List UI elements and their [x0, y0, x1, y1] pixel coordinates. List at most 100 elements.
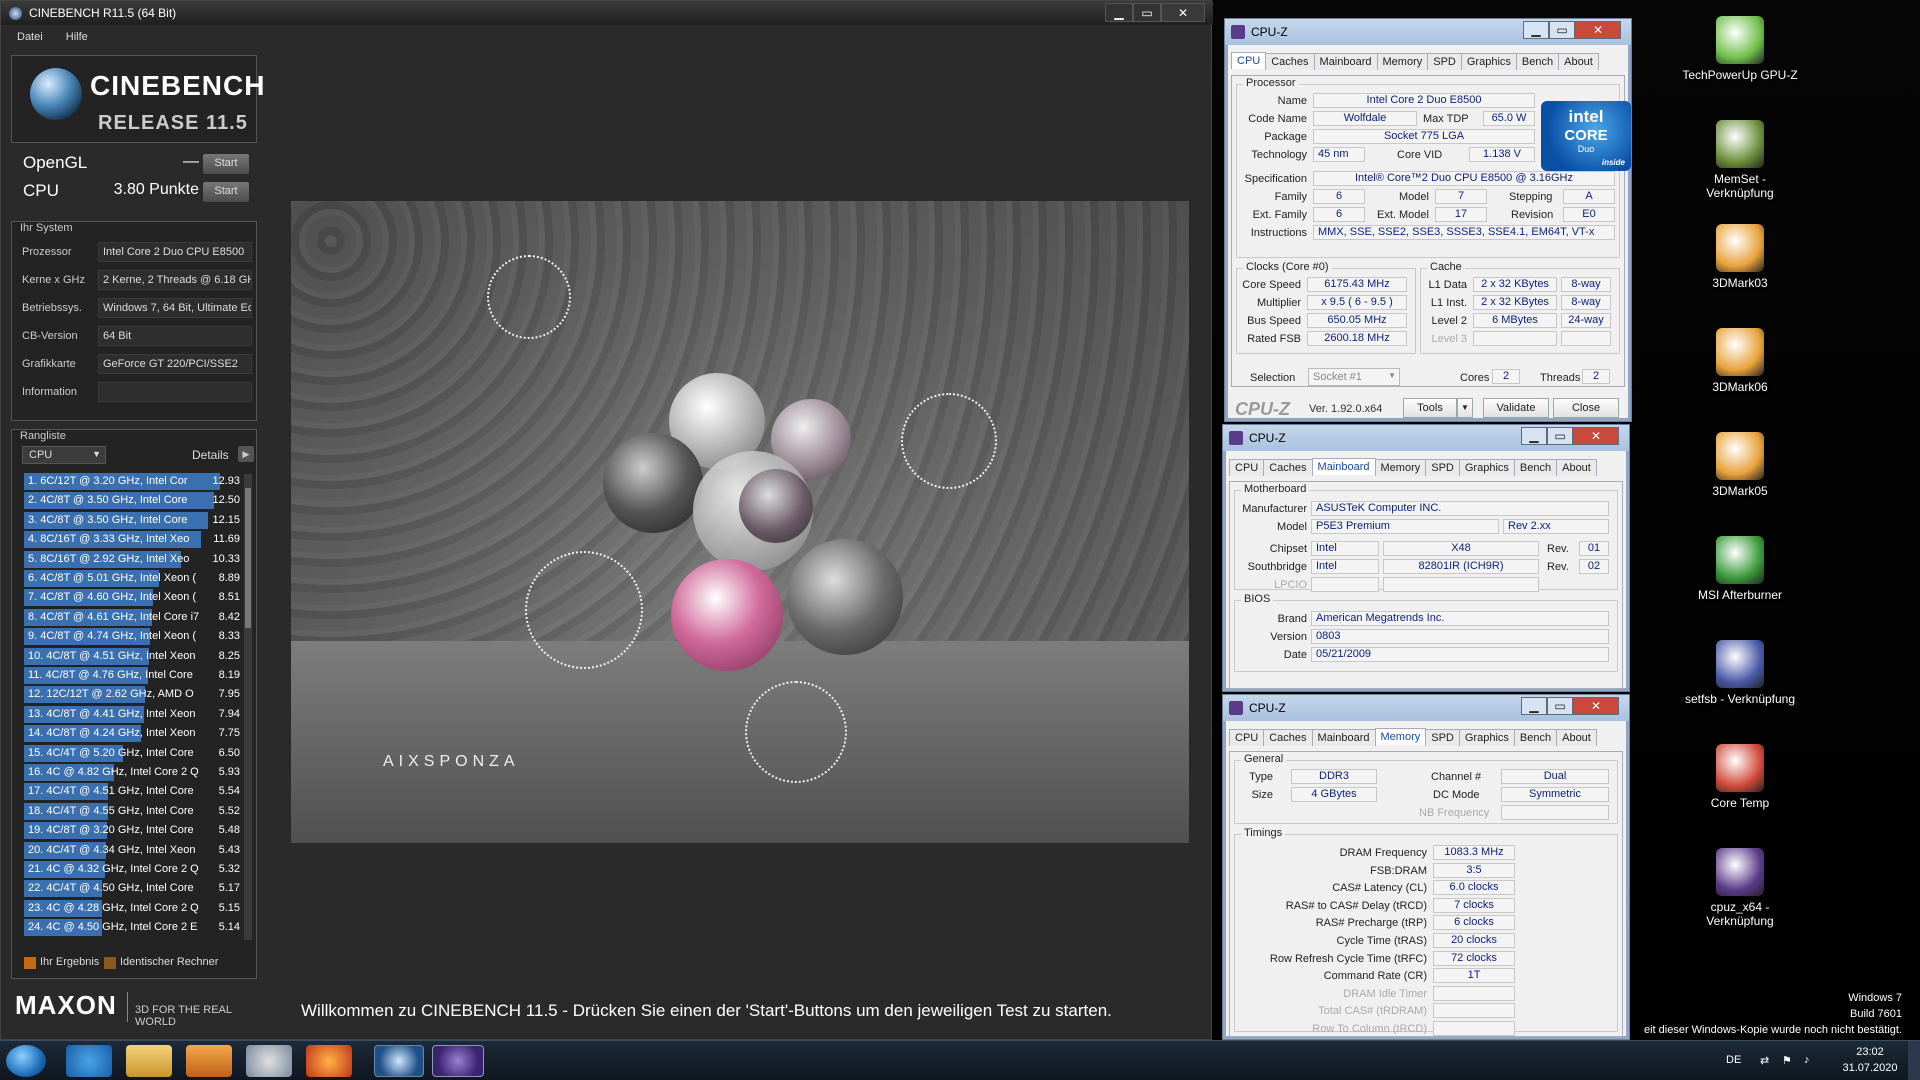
- ranking-row[interactable]: 13. 4C/8T @ 4.41 GHz, Intel Xeon 7.94: [24, 705, 244, 724]
- selection-dropdown[interactable]: Socket #1 ▼: [1308, 368, 1400, 386]
- cinebench-taskbar-icon[interactable]: [374, 1045, 424, 1077]
- tab-bench[interactable]: Bench: [1513, 729, 1558, 746]
- minimize-button[interactable]: ▁: [1105, 3, 1133, 22]
- clock-date[interactable]: 31.07.2020: [1838, 1062, 1902, 1074]
- ranking-row[interactable]: 17. 4C/4T @ 4.51 GHz, Intel Core 5.54: [24, 782, 244, 801]
- tools-dropdown-arrow-icon[interactable]: ▼: [1457, 398, 1473, 418]
- volume-icon[interactable]: ♪: [1804, 1054, 1810, 1066]
- cpuz-close-button[interactable]: Close: [1553, 398, 1619, 418]
- tab-spd[interactable]: SPD: [1427, 53, 1462, 70]
- tab-graphics[interactable]: Graphics: [1458, 729, 1515, 746]
- maximize-button[interactable]: ▭: [1549, 21, 1575, 39]
- ranking-row[interactable]: 18. 4C/4T @ 4.55 GHz, Intel Core 5.52: [24, 802, 244, 821]
- desktop-shortcut[interactable]: MSI Afterburner: [1680, 536, 1800, 602]
- desktop-shortcut[interactable]: 3DMark06: [1680, 328, 1800, 394]
- ranking-row[interactable]: 3. 4C/8T @ 3.50 GHz, Intel Core 12.15: [24, 511, 244, 530]
- ranking-row[interactable]: 15. 4C/4T @ 5.20 GHz, Intel Core 6.50: [24, 744, 244, 763]
- ranking-scrollbar[interactable]: [244, 474, 252, 940]
- minimize-button[interactable]: ▁: [1521, 427, 1547, 445]
- tab-spd[interactable]: SPD: [1425, 459, 1460, 476]
- flag-icon[interactable]: ⚑: [1782, 1054, 1792, 1067]
- desktop-shortcut[interactable]: setfsb - Verknüpfung: [1680, 640, 1800, 706]
- maximize-button[interactable]: ▭: [1547, 427, 1573, 445]
- desktop-shortcut[interactable]: 3DMark03: [1680, 224, 1800, 290]
- ranking-row[interactable]: 12. 12C/12T @ 2.62 GHz, AMD O 7.95: [24, 685, 244, 704]
- paint-icon[interactable]: [246, 1045, 292, 1077]
- tab-memory[interactable]: Memory: [1376, 53, 1429, 70]
- ranking-row[interactable]: 1. 6C/12T @ 3.20 GHz, Intel Cor 12.93: [24, 472, 244, 491]
- maximize-button[interactable]: ▭: [1133, 3, 1161, 22]
- explorer-folder-icon[interactable]: [126, 1045, 172, 1077]
- close-button[interactable]: ✕: [1575, 21, 1621, 39]
- tab-bench[interactable]: Bench: [1513, 459, 1558, 476]
- cpu-start-button[interactable]: Start: [203, 182, 249, 202]
- tools-button[interactable]: Tools: [1403, 398, 1457, 418]
- details-toggle-button[interactable]: ▶: [238, 446, 254, 462]
- tab-caches[interactable]: Caches: [1263, 729, 1313, 746]
- ranking-row[interactable]: 6. 4C/8T @ 5.01 GHz, Intel Xeon (8.89: [24, 569, 244, 588]
- cpuz-cpu-titlebar[interactable]: CPU-Z ▁ ▭ ✕: [1225, 19, 1631, 45]
- menu-datei[interactable]: Datei: [17, 31, 43, 43]
- menu-hilfe[interactable]: Hilfe: [66, 31, 88, 43]
- ranking-row[interactable]: 22. 4C/4T @ 4.50 GHz, Intel Core 5.17: [24, 879, 244, 898]
- cpuz-taskbar-icon[interactable]: [432, 1045, 484, 1077]
- tab-graphics[interactable]: Graphics: [1460, 53, 1517, 70]
- desktop-shortcut[interactable]: MemSet - Verknüpfung: [1680, 120, 1800, 200]
- ranking-row[interactable]: 19. 4C/8T @ 3.20 GHz, Intel Core 5.48: [24, 821, 244, 840]
- tab-about[interactable]: About: [1558, 53, 1599, 70]
- ranking-row[interactable]: 21. 4C @ 4.32 GHz, Intel Core 2 Q 5.32: [24, 860, 244, 879]
- media-player-icon[interactable]: [186, 1045, 232, 1077]
- tab-memory[interactable]: Memory: [1374, 728, 1427, 745]
- tab-spd[interactable]: SPD: [1425, 729, 1460, 746]
- show-desktop-button[interactable]: [1908, 1041, 1920, 1080]
- tab-cpu[interactable]: CPU: [1231, 52, 1267, 69]
- ranking-row[interactable]: 8. 4C/8T @ 4.61 GHz, Intel Core i7 8.42: [24, 608, 244, 627]
- tab-about[interactable]: About: [1556, 459, 1597, 476]
- ranking-row[interactable]: 24. 4C @ 4.50 GHz, Intel Core 2 E 5.14: [24, 918, 244, 937]
- ranking-row[interactable]: 9. 4C/8T @ 4.74 GHz, Intel Xeon (8.33: [24, 627, 244, 646]
- cpuz-memory-titlebar[interactable]: CPU-Z ▁ ▭ ✕: [1223, 695, 1629, 721]
- firefox-icon[interactable]: [306, 1045, 352, 1077]
- ranking-row[interactable]: 5. 8C/16T @ 2.92 GHz, Intel Xeo 10.33: [24, 550, 244, 569]
- ranking-row[interactable]: 20. 4C/4T @ 4.34 GHz, Intel Xeon 5.43: [24, 841, 244, 860]
- ranking-row[interactable]: 23. 4C @ 4.28 GHz, Intel Core 2 Q 5.15: [24, 899, 244, 918]
- scrollbar-thumb[interactable]: [245, 488, 251, 628]
- desktop-shortcut[interactable]: Core Temp: [1680, 744, 1800, 810]
- start-button[interactable]: [6, 1045, 46, 1077]
- close-button[interactable]: ✕: [1573, 427, 1619, 445]
- desktop-shortcut[interactable]: cpuz_x64 - Verknüpfung: [1680, 848, 1800, 928]
- ranking-select[interactable]: CPU ▼: [22, 446, 106, 464]
- desktop-shortcut[interactable]: 3DMark05: [1680, 432, 1800, 498]
- tab-about[interactable]: About: [1556, 729, 1597, 746]
- ranking-row[interactable]: 4. 8C/16T @ 3.33 GHz, Intel Xeo 11.69: [24, 530, 244, 549]
- minimize-button[interactable]: ▁: [1523, 21, 1549, 39]
- ranking-row[interactable]: 2. 4C/8T @ 3.50 GHz, Intel Core 12.50: [24, 491, 244, 510]
- internet-explorer-icon[interactable]: [66, 1045, 112, 1077]
- tab-caches[interactable]: Caches: [1263, 459, 1313, 476]
- tab-cpu[interactable]: CPU: [1229, 459, 1265, 476]
- ranking-row[interactable]: 10. 4C/8T @ 4.51 GHz, Intel Xeon 8.25: [24, 647, 244, 666]
- desktop-shortcut[interactable]: TechPowerUp GPU-Z: [1680, 16, 1800, 82]
- tab-mainboard[interactable]: Mainboard: [1311, 458, 1376, 475]
- cinebench-titlebar[interactable]: CINEBENCH R11.5 (64 Bit) ▁ ▭ ✕: [1, 1, 1213, 25]
- tab-graphics[interactable]: Graphics: [1458, 459, 1515, 476]
- ranking-row[interactable]: 16. 4C @ 4.82 GHz, Intel Core 2 Q 5.93: [24, 763, 244, 782]
- close-button[interactable]: ✕: [1573, 697, 1619, 715]
- tab-mainboard[interactable]: Mainboard: [1311, 729, 1376, 746]
- tab-bench[interactable]: Bench: [1515, 53, 1560, 70]
- maximize-button[interactable]: ▭: [1547, 697, 1573, 715]
- opengl-start-button[interactable]: Start: [203, 154, 249, 174]
- tab-memory[interactable]: Memory: [1374, 459, 1427, 476]
- tab-cpu[interactable]: CPU: [1229, 729, 1265, 746]
- system-value[interactable]: [98, 382, 252, 402]
- ranking-row[interactable]: 14. 4C/8T @ 4.24 GHz, Intel Xeon 7.75: [24, 724, 244, 743]
- clock-time[interactable]: 23:02: [1838, 1046, 1902, 1058]
- validate-button[interactable]: Validate: [1483, 398, 1549, 418]
- tab-mainboard[interactable]: Mainboard: [1313, 53, 1378, 70]
- minimize-button[interactable]: ▁: [1521, 697, 1547, 715]
- network-icon[interactable]: ⇄: [1760, 1054, 1769, 1067]
- tab-caches[interactable]: Caches: [1265, 53, 1315, 70]
- close-button[interactable]: ✕: [1161, 3, 1205, 22]
- ranking-row[interactable]: 11. 4C/8T @ 4.76 GHz, Intel Core 8.19: [24, 666, 244, 685]
- cpuz-mainboard-titlebar[interactable]: CPU-Z ▁ ▭ ✕: [1223, 425, 1629, 451]
